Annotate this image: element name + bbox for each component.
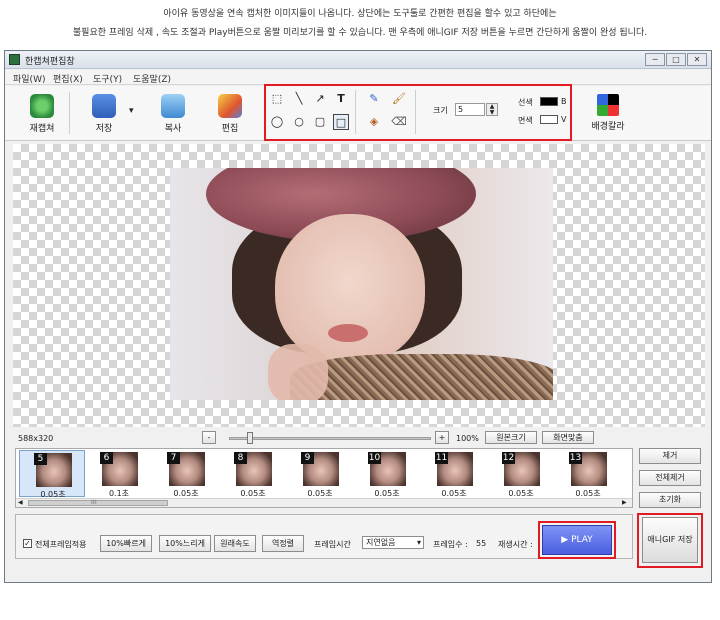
maximize-button[interactable]: □: [666, 53, 686, 66]
title-bar: 한캡쳐편집창 ─ □ ✕: [5, 51, 711, 69]
frame-number: 11: [435, 452, 448, 464]
photo-hand: [268, 344, 328, 400]
scroll-left-icon[interactable]: ◀: [18, 499, 23, 506]
zoom-slider[interactable]: [229, 432, 431, 444]
slower-button[interactable]: 10%느리게: [159, 535, 211, 552]
scroll-right-icon[interactable]: ▶: [622, 499, 627, 506]
editor-window: 한캡쳐편집창 ─ □ ✕ 파일(W) 편집(X) 도구(Y) 도움말(Z) 재캡…: [4, 50, 712, 583]
menu-tools[interactable]: 도구(Y): [93, 72, 122, 85]
edit-label: 편집: [221, 124, 239, 134]
frame-thumbnail[interactable]: 11 0.05초: [421, 450, 487, 498]
edit-button[interactable]: 편집: [207, 90, 253, 136]
frame-number: 10: [368, 452, 381, 464]
frame-thumbnail[interactable]: 8 0.05초: [220, 450, 286, 498]
frame-thumbnail[interactable]: 10 0.05초: [354, 450, 420, 498]
frame-number: 13: [569, 452, 582, 464]
save-label: 저장: [95, 124, 113, 134]
app-icon: [9, 54, 20, 65]
zoom-in-button[interactable]: +: [435, 431, 449, 444]
scroll-thumb[interactable]: ⁞⁞⁞: [28, 499, 168, 506]
save-animated-gif-button[interactable]: 애니GIF 저장: [642, 517, 698, 563]
caption-line-1: 아이유 동영상을 연속 캡처한 이미지들이 나옵니다. 상단에는 도구툴로 간편…: [163, 9, 557, 19]
save-dropdown-arrow[interactable]: ▾: [129, 106, 134, 116]
zoom-out-button[interactable]: -: [202, 431, 216, 444]
frame-thumbnail[interactable]: 13 0.05초: [555, 450, 621, 498]
frame-number: 12: [502, 452, 515, 464]
editor-canvas[interactable]: [13, 144, 705, 427]
zoom-slider-track: [229, 437, 431, 440]
apply-all-frames-label: 전체프레임적용: [35, 540, 87, 549]
image-dimensions: 588x320: [18, 434, 54, 443]
remove-frame-button[interactable]: 제거: [639, 448, 701, 464]
background-color-button[interactable]: 배경칼라: [585, 90, 631, 136]
copy-icon: [161, 94, 185, 118]
frame-time-select[interactable]: 지연없음 ▾: [362, 536, 424, 549]
draw-tools-highlight: [264, 84, 572, 141]
frame-number: 8: [234, 452, 247, 464]
copy-button[interactable]: 복사: [150, 90, 196, 136]
frame-scrollbar[interactable]: ◀ ⁞⁞⁞ ▶: [16, 498, 632, 507]
frame-time-value: 지연없음: [366, 538, 396, 547]
recapture-label: 재캡쳐: [29, 124, 55, 134]
window-title: 한캡쳐편집창: [25, 57, 75, 67]
palette-icon: [597, 94, 619, 116]
save-button[interactable]: 저장: [81, 90, 127, 136]
zoom-percent: 100%: [456, 434, 479, 443]
photo-coat: [290, 354, 553, 400]
frame-number: 7: [167, 452, 180, 464]
chevron-down-icon: ▾: [416, 538, 421, 547]
frame-number: 6: [100, 452, 113, 464]
frame-count-label: 프레임수 :: [433, 540, 468, 549]
captured-frame-image: [170, 168, 553, 400]
reset-button[interactable]: 초기화: [639, 492, 701, 508]
menu-edit[interactable]: 편집(X): [53, 72, 83, 85]
camera-icon: [30, 94, 54, 118]
copy-label: 복사: [164, 124, 182, 134]
fit-screen-button[interactable]: 화면맞춤: [542, 431, 594, 444]
menu-help[interactable]: 도움말(Z): [133, 72, 171, 85]
frame-strip: 5 0.05초 6 0.1초 7 0.05초 8 0.05초 9 0.05초 10 0.05초 11 0.…: [15, 448, 633, 508]
frame-count-value: 55: [476, 539, 487, 548]
minimize-button[interactable]: ─: [645, 53, 665, 66]
background-color-label: 배경칼라: [591, 122, 625, 132]
recapture-button[interactable]: 재캡쳐: [19, 90, 65, 136]
frame-thumbnail[interactable]: 6 0.1초: [86, 450, 152, 498]
faster-button[interactable]: 10%빠르게: [100, 535, 152, 552]
play-button[interactable]: ▶ PLAY: [542, 525, 612, 555]
caption-line-2: 불필요한 프레임 삭제 , 속도 조절과 Play버튼으로 움짤 미리보기를 할…: [72, 28, 648, 38]
frame-number: 9: [301, 452, 314, 464]
frame-thumbnail[interactable]: 9 0.05초: [287, 450, 353, 498]
toolbar-divider: [69, 92, 70, 134]
play-time-label: 재생시간 :: [498, 540, 533, 549]
frame-thumbnail[interactable]: 7 0.05초: [153, 450, 219, 498]
frame-time-label: 프레임시간: [314, 540, 351, 549]
menu-file[interactable]: 파일(W): [13, 72, 45, 85]
menu-bar: 파일(W) 편집(X) 도구(Y) 도움말(Z): [5, 70, 711, 85]
reverse-order-button[interactable]: 역정렬: [262, 535, 304, 552]
original-size-button[interactable]: 원본크기: [485, 431, 537, 444]
remove-all-frames-button[interactable]: 전체제거: [639, 470, 701, 486]
scroll-grip-icon: ⁞⁞⁞: [91, 499, 97, 506]
paint-icon: [218, 94, 242, 118]
frame-thumbnail[interactable]: 12 0.05초: [488, 450, 554, 498]
original-speed-button[interactable]: 원래속도: [214, 535, 256, 552]
frame-thumbnail[interactable]: 5 0.05초: [19, 450, 85, 499]
frame-number: 5: [34, 453, 47, 465]
close-button[interactable]: ✕: [687, 53, 707, 66]
apply-all-frames-checkbox[interactable]: ✓: [23, 539, 32, 548]
photo-lips: [328, 324, 368, 342]
zoom-slider-thumb[interactable]: [247, 432, 253, 444]
floppy-icon: [92, 94, 116, 118]
